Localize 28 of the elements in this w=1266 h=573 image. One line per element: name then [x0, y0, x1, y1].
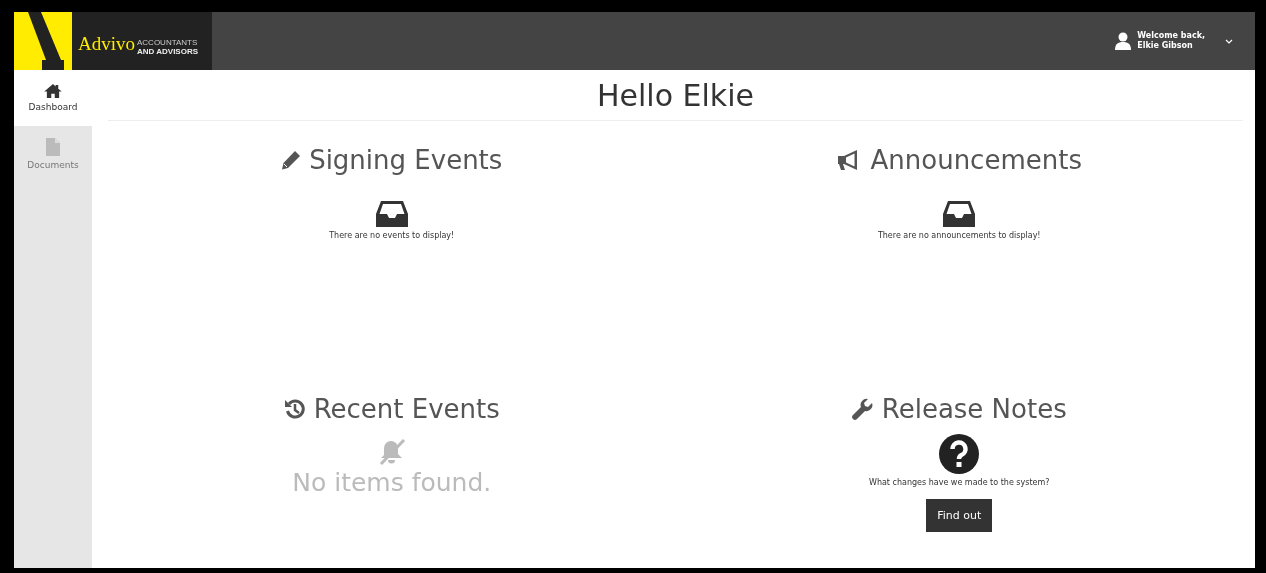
- release-question: What changes have we made to the system?: [868, 478, 1050, 487]
- question-icon: [939, 434, 980, 474]
- sidebar-item[interactable]: Documents: [14, 126, 92, 182]
- user-icon: [1115, 32, 1132, 50]
- user-name: Elkie Gibson: [1137, 41, 1194, 51]
- section-heading: Announcements: [870, 145, 1082, 175]
- find-out-button[interactable]: Find out: [926, 499, 993, 532]
- chevron-down-icon: [1225, 38, 1233, 44]
- document-icon: [46, 138, 60, 156]
- welcome-text: Welcome back,: [1137, 31, 1205, 41]
- page-title: Hello Elkie: [596, 78, 755, 115]
- empty-message: There are no events to display!: [329, 231, 455, 240]
- wrench-icon: [851, 398, 874, 420]
- section-heading: Signing Events: [309, 145, 503, 175]
- pencil-icon: [281, 150, 302, 170]
- logo-name: Advivo: [78, 33, 135, 55]
- section-heading: Release Notes: [881, 394, 1067, 424]
- logo-tagline: AND ADVISORS: [137, 47, 199, 56]
- sidebar-item[interactable]: Dashboard: [14, 70, 92, 126]
- section-heading: Recent Events: [313, 394, 500, 424]
- logo-tagline: ACCOUNTANTS: [137, 38, 199, 47]
- inbox-icon: [943, 201, 976, 227]
- user-menu[interactable]: Welcome back, Elkie Gibson: [1115, 31, 1233, 51]
- history-icon: [283, 398, 306, 420]
- empty-message: No items found.: [292, 468, 492, 497]
- home-icon: [44, 84, 62, 98]
- empty-message: There are no announcements to display!: [877, 231, 1041, 240]
- inbox-icon: [375, 201, 408, 227]
